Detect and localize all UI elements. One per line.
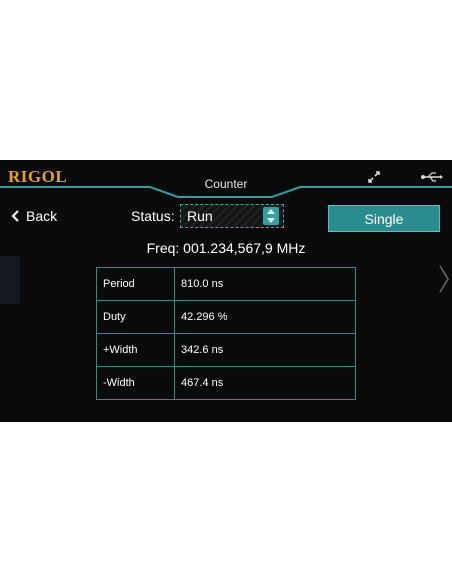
- table-row: -Width 467.4 ns: [96, 366, 356, 400]
- table-row: Period 810.0 ns: [96, 267, 356, 301]
- chevron-left-icon: [11, 210, 19, 222]
- frequency-readout: Freq: 001.234,567,9 MHz: [146, 240, 306, 256]
- status-select[interactable]: Run: [180, 204, 284, 228]
- measurement-value: 42.296 %: [174, 300, 356, 334]
- single-button[interactable]: Single: [328, 205, 440, 232]
- table-row: +Width 342.6 ns: [96, 333, 356, 367]
- connection-icon[interactable]: [366, 169, 382, 190]
- table-row: Duty 42.296 %: [96, 300, 356, 334]
- measurement-name: +Width: [96, 333, 175, 367]
- status-value: Run: [187, 208, 213, 224]
- measurement-name: -Width: [96, 366, 175, 400]
- measurement-name: Duty: [96, 300, 175, 334]
- measurement-value: 810.0 ns: [174, 267, 356, 301]
- measurement-value: 342.6 ns: [174, 333, 356, 367]
- measurement-table: Period 810.0 ns Duty 42.296 % +Width 342…: [96, 267, 356, 400]
- measurement-value: 467.4 ns: [174, 366, 356, 400]
- device-screen: RIGOL Counter Back Status: Run Single Fr…: [0, 160, 452, 422]
- left-panel-tab[interactable]: [0, 256, 20, 304]
- page-title: Counter: [204, 177, 248, 191]
- status-label: Status:: [131, 208, 175, 224]
- spin-arrows-icon[interactable]: [263, 207, 279, 225]
- back-button[interactable]: Back: [10, 208, 57, 224]
- chevron-right-icon[interactable]: [438, 264, 450, 299]
- usb-icon: [420, 170, 444, 188]
- measurement-name: Period: [96, 267, 175, 301]
- back-label: Back: [26, 208, 58, 224]
